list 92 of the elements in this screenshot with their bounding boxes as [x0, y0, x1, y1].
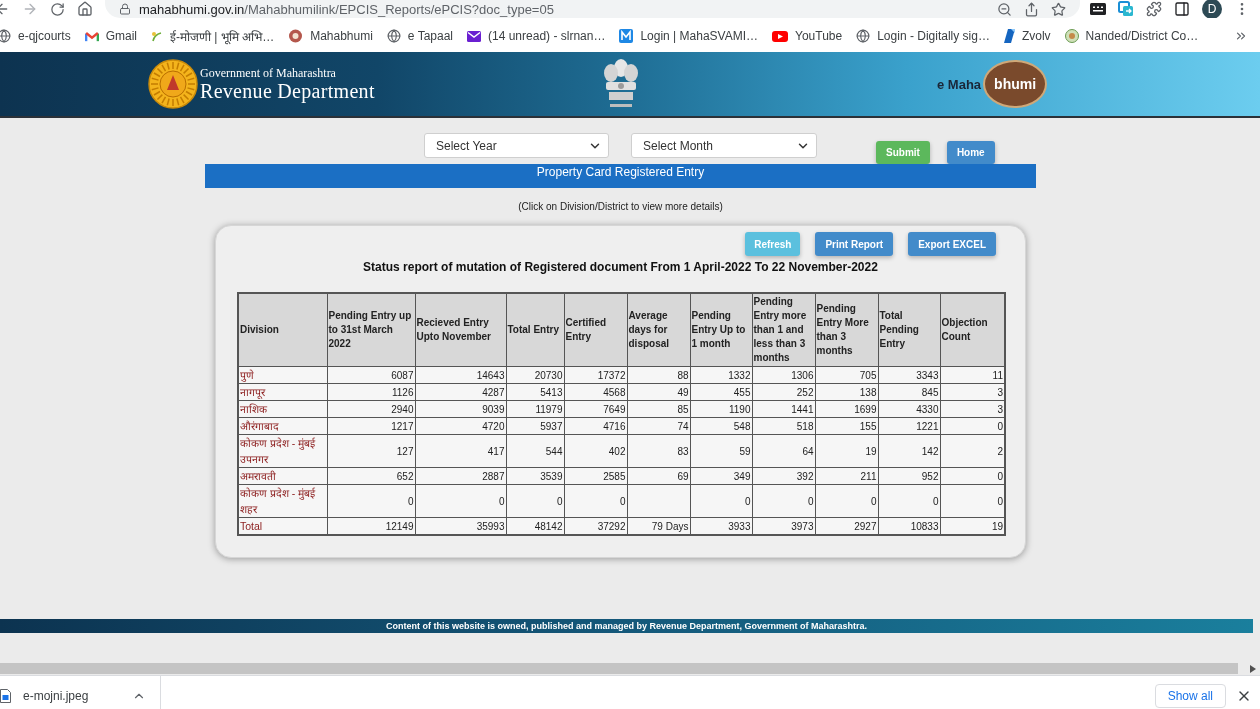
play-icon — [772, 30, 789, 42]
table-cell: 0 — [506, 484, 564, 518]
table-cell: 0 — [415, 484, 506, 518]
table-cell: 127 — [327, 434, 415, 468]
table-cell: 0 — [327, 484, 415, 518]
side-panel-icon[interactable] — [1174, 1, 1190, 17]
dropdown-select[interactable]: Select Month — [631, 133, 817, 158]
column-header: Division — [238, 293, 327, 367]
column-header: Certified Entry — [564, 293, 627, 367]
column-header: Pending Entry Up to 1 month — [690, 293, 752, 367]
scroll-right-arrow-icon[interactable] — [1250, 664, 1256, 673]
more-bookmarks-chevron-icon[interactable] — [1234, 29, 1248, 43]
table-cell: 19 — [815, 434, 878, 468]
table-cell: 0 — [752, 484, 815, 518]
table-cell: 83 — [627, 434, 690, 468]
envelope-icon — [467, 30, 481, 42]
division-link[interactable]: पुणे — [240, 367, 326, 383]
puzzle-icon[interactable] — [1146, 1, 1162, 17]
home-icon[interactable] — [77, 1, 93, 17]
bookmark-link[interactable]: ई-मोजणी | भूमि अभि… — [151, 27, 275, 45]
column-header: Recieved Entry Upto November — [415, 293, 506, 367]
table-cell: 64 — [752, 434, 815, 468]
table-cell: 544 — [506, 434, 564, 468]
star-icon[interactable] — [1051, 1, 1066, 17]
report-banner: Property Card Registered Entry — [205, 164, 1036, 188]
profile-avatar[interactable]: D — [1202, 0, 1222, 18]
division-link[interactable]: नागपूर — [240, 384, 326, 400]
division-link[interactable]: औरंगाबाद — [240, 418, 326, 434]
table-cell: 417 — [415, 434, 506, 468]
bookmark-link[interactable]: YouTube — [772, 29, 843, 43]
action-button[interactable]: Export EXCEL — [908, 232, 996, 256]
bookmark-link[interactable]: Zvolv — [1003, 29, 1051, 43]
logo-text: e Maha — [937, 76, 982, 92]
table-cell: 2 — [940, 434, 1005, 468]
division-link[interactable]: नाशिक — [240, 401, 326, 417]
square-logo-icon — [619, 29, 634, 43]
round-emblem-icon — [288, 29, 304, 43]
slanted-logo-icon — [1003, 29, 1015, 43]
logo-badge: bhumi — [983, 60, 1048, 108]
table-cell: 142 — [878, 434, 940, 468]
home-button[interactable]: Home — [946, 141, 995, 164]
table-cell: 0 — [940, 484, 1005, 518]
column-header: Total Entry — [506, 293, 564, 367]
bookmark-link[interactable]: Login | MahaSVAMI… — [619, 29, 759, 43]
table-cell: 0 — [564, 484, 627, 518]
reload-icon[interactable] — [50, 1, 65, 17]
division-link[interactable]: कोकण प्रदेश - मुंबई उपनगर — [240, 435, 326, 467]
globe-icon — [386, 29, 401, 43]
column-header: Pending Entry more than 1 and less than 3 months — [752, 293, 815, 367]
envelope-m-icon — [84, 30, 99, 42]
lock-icon — [119, 3, 131, 15]
table-cell: 0 — [878, 484, 940, 518]
download-file-name[interactable]: e-mojni.jpeg — [23, 688, 89, 703]
bookmark-link[interactable]: e Tapaal — [386, 29, 453, 43]
department-title: Revenue Department — [200, 79, 375, 102]
share-icon[interactable] — [1024, 1, 1039, 17]
globe-icon — [0, 29, 11, 43]
division-link[interactable]: अमरावती — [240, 468, 326, 484]
dropdown-select[interactable]: Select Year — [424, 133, 609, 158]
bookmark-link[interactable]: (14 unread) - slrnan… — [467, 29, 606, 43]
hint-text: (Click on Division/District to view more details) — [517, 201, 724, 213]
column-header: Total Pending Entry — [878, 293, 940, 367]
sprout-icon — [151, 30, 164, 42]
table-cell: 0 — [815, 484, 878, 518]
column-header: Objection Count — [940, 293, 1005, 367]
table-cell: 59 — [690, 434, 752, 468]
show-all-button[interactable]: Show all — [1154, 683, 1226, 708]
keyboard-icon[interactable] — [1090, 3, 1106, 15]
address-bar[interactable]: mahabhumi.gov.in/Mahabhumilink/EPCIS_Reports/ePCIS?doc_type=05 — [105, 0, 1080, 18]
zoom-out-icon[interactable] — [997, 1, 1012, 17]
table-cell: 0 — [690, 484, 752, 518]
bookmark-link[interactable]: e-qjcourts — [0, 29, 71, 43]
bookmark-link[interactable]: Nanded/District Co… — [1064, 29, 1199, 43]
scrollbar-thumb[interactable] — [0, 663, 1238, 674]
column-header: Pending Entry More than 3 months — [815, 293, 878, 367]
url-text: mahabhumi.gov.in/Mahabhumilink/EPCIS_Reports/ePCIS?doc_type=05 — [139, 1, 554, 17]
table-cell: 402 — [564, 434, 627, 468]
column-header: Pending Entry up to 31st March 2022 — [327, 293, 415, 367]
footer-bar: Content of this website is owned, published and managed by Revenue Department, Government of Maharashtra. — [0, 619, 1253, 633]
globe-icon — [856, 29, 871, 43]
action-button[interactable]: Print Report — [815, 232, 894, 256]
round-seal-icon — [148, 59, 198, 109]
bookmark-link[interactable]: Mahabhumi — [288, 29, 373, 43]
bookmark-link[interactable]: Login - Digitally sig… — [856, 29, 990, 43]
bookmark-link[interactable]: Gmail — [84, 29, 138, 43]
division-link[interactable]: Total — [240, 518, 326, 534]
government-title: Government of Maharashtra — [200, 66, 337, 80]
division-link[interactable]: कोकण प्रदेश - मुंबई शहर — [240, 485, 326, 517]
round-seal-icon — [1064, 29, 1079, 43]
report-title: Status report of mutation of Registered document From 1 April-2022 To 22 November-2022 — [362, 260, 879, 274]
overlapping-squares-icon[interactable] — [1118, 1, 1134, 17]
column-header: Average days for disposal — [627, 293, 690, 367]
